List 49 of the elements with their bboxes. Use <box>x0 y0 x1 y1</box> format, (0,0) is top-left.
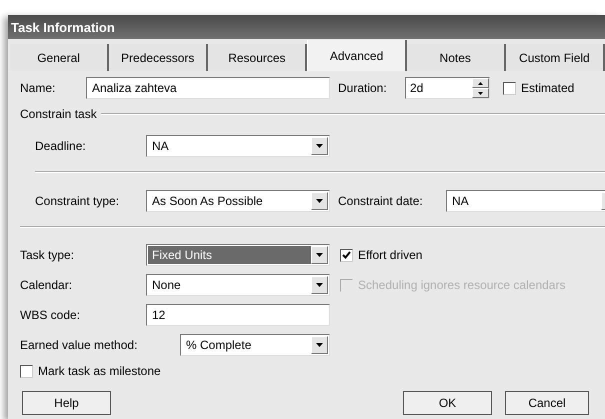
text-field[interactable]: Analiza zahteva <box>86 77 330 99</box>
dropdown-field[interactable]: As Soon As Possible <box>146 190 330 212</box>
dropdown-field[interactable]: NA <box>146 135 330 157</box>
checkbox[interactable] <box>340 248 353 262</box>
dropdown-button[interactable] <box>311 192 328 210</box>
checkbox-label: Estimated <box>521 81 574 95</box>
checkbox-label: Mark task as milestone <box>38 364 161 378</box>
dropdown-field[interactable]: None <box>146 274 330 296</box>
dialog-button[interactable]: Cancel <box>505 391 589 415</box>
dropdown-button[interactable] <box>311 246 328 264</box>
group-title: Constrain task <box>20 107 97 121</box>
field-label: WBS code: <box>20 308 82 322</box>
dropdown-button[interactable] <box>311 137 328 155</box>
dropdown-field[interactable]: % Complete <box>180 334 330 356</box>
text-field[interactable]: 12 <box>146 304 330 326</box>
field-label: Earned value method: <box>20 338 138 352</box>
dropdown-button[interactable] <box>311 336 328 354</box>
window-title: Task Information <box>8 15 605 39</box>
caret-icon <box>316 253 323 257</box>
tab[interactable]: Resources <box>208 44 308 71</box>
checkbox[interactable] <box>20 364 33 378</box>
tab[interactable]: Advanced <box>307 40 407 71</box>
tab[interactable]: General <box>10 44 110 71</box>
dialog-button[interactable]: OK <box>403 391 492 415</box>
field-label: Constraint type: <box>35 194 120 208</box>
field-label: Task type: <box>20 248 76 262</box>
caret-icon <box>316 283 323 287</box>
dialog-button[interactable]: Help <box>22 391 111 415</box>
field-label: Name: <box>20 81 56 95</box>
checkbox[interactable] <box>503 82 516 94</box>
tab[interactable]: Notes <box>406 44 506 71</box>
text-field[interactable]: 2d <box>405 77 490 99</box>
dropdown-field[interactable]: Fixed Units <box>146 244 330 266</box>
field-label: Constraint date: <box>338 194 424 208</box>
field-label: Deadline: <box>35 139 87 153</box>
down-arrow-icon <box>478 92 483 94</box>
dropdown-button[interactable] <box>311 276 328 294</box>
checkbox-label: Effort driven <box>358 248 422 262</box>
spinner-button[interactable] <box>472 78 489 98</box>
checkbox-label: Scheduling ignores resource calendars <box>358 278 566 292</box>
caret-icon <box>316 199 323 203</box>
tab[interactable]: Predecessors <box>109 44 208 71</box>
caret-icon <box>316 343 323 347</box>
tab[interactable]: Custom Field <box>506 44 605 71</box>
caret-icon <box>316 144 323 148</box>
up-arrow-icon <box>478 82 483 84</box>
field-label: Duration: <box>338 81 388 95</box>
field-label: Calendar: <box>20 278 74 292</box>
dropdown-field[interactable]: NA <box>446 190 605 212</box>
